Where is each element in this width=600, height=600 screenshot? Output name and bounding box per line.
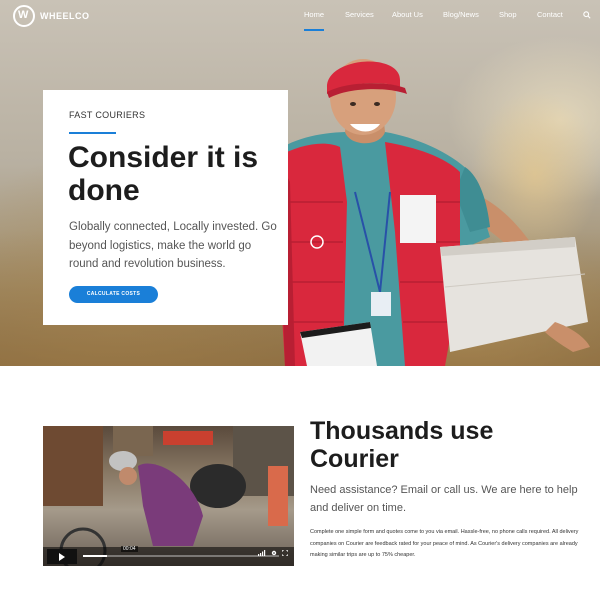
courier-photo: [260, 59, 590, 366]
video-progress[interactable]: [83, 555, 279, 557]
fullscreen-icon[interactable]: [282, 550, 288, 556]
hero-kicker: FAST COURIERS: [69, 110, 146, 120]
kicker-underline: [69, 132, 116, 134]
active-nav-indicator: [304, 29, 324, 31]
video-time: 00:04: [121, 546, 138, 552]
settings-icon[interactable]: [271, 550, 277, 556]
brand-name: WHEELCO: [40, 11, 90, 21]
video-frame: [43, 426, 294, 566]
video-progress-fill: [83, 555, 107, 557]
brand-logo[interactable]: WHEELCO: [13, 5, 90, 27]
volume-icon[interactable]: [258, 550, 266, 556]
hero-title: Consider it is done: [68, 141, 259, 207]
play-icon[interactable]: [47, 549, 77, 564]
video-player[interactable]: 00:04: [43, 426, 294, 566]
nav-item-blog-news[interactable]: Blog/News: [443, 10, 479, 19]
nav-item-home[interactable]: Home: [304, 10, 324, 19]
section-body: Complete one simple form and quotes come…: [310, 529, 579, 558]
hero-description: Globally connected, Locally invested. Go…: [69, 221, 277, 270]
nav-item-services[interactable]: Services: [345, 10, 374, 19]
calculate-costs-button[interactable]: CALCULATE COSTS: [69, 286, 158, 303]
logo-icon: [13, 5, 35, 27]
nav-item-shop[interactable]: Shop: [499, 10, 517, 19]
top-nav: WHEELCO Home Services About Us Blog/News…: [0, 0, 600, 34]
nav-item-contact[interactable]: Contact: [537, 10, 563, 19]
section-lead: Need assistance? Email or call us. We ar…: [310, 484, 578, 514]
hero-banner: WHEELCO Home Services About Us Blog/News…: [0, 0, 600, 366]
hero-card: FAST COURIERS Consider it is done Global…: [43, 90, 288, 325]
section-title: Thousands use Courier: [310, 417, 494, 473]
nav-item-about-us[interactable]: About Us: [392, 10, 423, 19]
search-icon[interactable]: [583, 11, 591, 19]
video-control-icons: [258, 550, 288, 556]
